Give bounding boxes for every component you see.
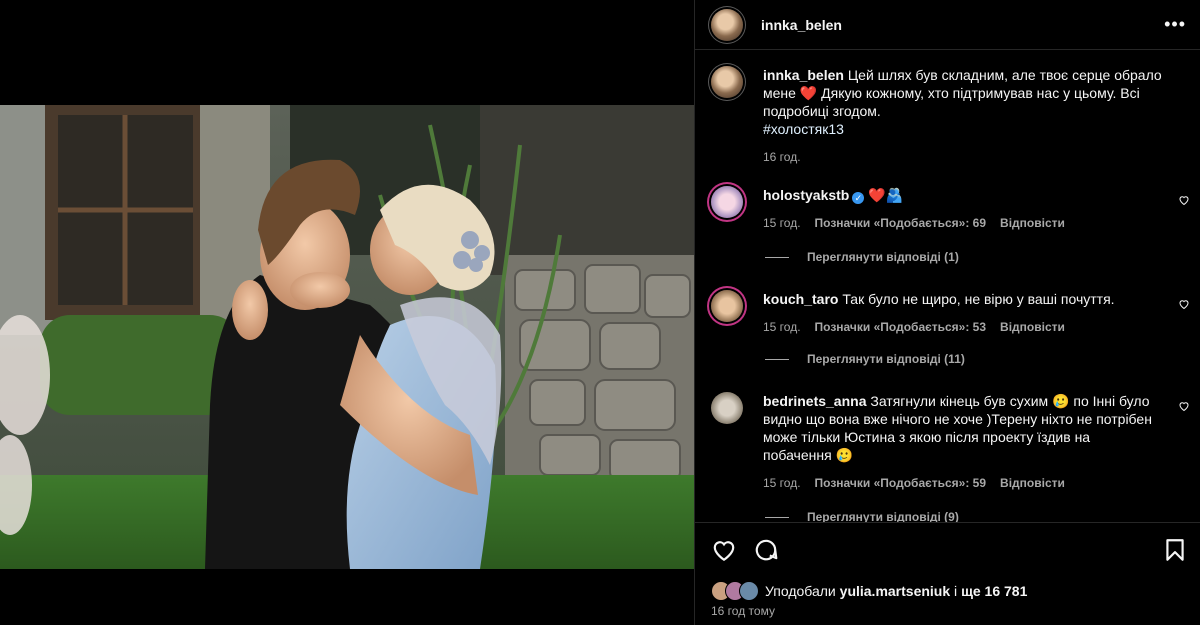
- caption-author-avatar[interactable]: [711, 66, 743, 98]
- comment-icon[interactable]: [753, 537, 779, 563]
- comment-row: bedrinets_anna Затягнули кінець був сухи…: [711, 392, 1190, 492]
- wedding-kiss-photo: [0, 105, 694, 569]
- view-replies-button[interactable]: Переглянути відповіді (1): [765, 250, 959, 264]
- caption-author[interactable]: innka_belen: [763, 67, 844, 83]
- post-time: 16 год тому: [711, 604, 775, 618]
- reply-button[interactable]: Відповісти: [1000, 318, 1065, 336]
- commenter-username[interactable]: kouch_taro: [763, 291, 838, 307]
- comment-time: 15 год.: [763, 476, 801, 490]
- liked-user[interactable]: yulia.martseniuk: [840, 583, 951, 599]
- caption-heart-emoji: ❤️: [799, 85, 818, 101]
- heart-icon[interactable]: [1178, 298, 1190, 310]
- liked-count[interactable]: ще 16 781: [961, 583, 1027, 599]
- liked-prefix: Уподобали: [765, 583, 836, 599]
- caption-time: 16 год.: [763, 150, 801, 164]
- reply-button[interactable]: Відповісти: [1000, 474, 1065, 492]
- post-header: innka_belen •••: [695, 0, 1200, 50]
- view-replies-label[interactable]: Переглянути відповіді (11): [807, 352, 965, 366]
- liker-avatars: [711, 581, 759, 601]
- comment-likes[interactable]: Позначки «Подобається»: 69: [815, 214, 986, 232]
- post-photo[interactable]: [0, 105, 694, 569]
- liked-and: і: [954, 583, 958, 599]
- commenter-username[interactable]: holostyakstb: [763, 187, 849, 203]
- reply-button[interactable]: Відповісти: [1000, 214, 1065, 232]
- post-media: [0, 0, 694, 625]
- post-actions: Уподобали yulia.martseniuk і ще 16 781 1…: [695, 522, 1200, 625]
- comment-text: ❤️🫂: [868, 187, 904, 203]
- instagram-post-view: innka_belen ••• innka_belen Цей шлях був…: [0, 0, 1200, 625]
- commenter-avatar[interactable]: [711, 186, 743, 218]
- post-side-panel: innka_belen ••• innka_belen Цей шлях був…: [694, 0, 1200, 625]
- bookmark-icon[interactable]: [1162, 537, 1188, 563]
- likes-summary[interactable]: Уподобали yulia.martseniuk і ще 16 781: [711, 581, 1188, 601]
- view-replies-button[interactable]: Переглянути відповіді (9): [765, 510, 959, 522]
- caption-row: innka_belen Цей шлях був складним, але т…: [711, 66, 1190, 166]
- liker-avatar: [739, 581, 759, 601]
- comment-row: holostyakstb ✓ ❤️🫂 15 год. Позначки «Подо…: [711, 186, 1190, 232]
- heart-icon[interactable]: [1178, 400, 1190, 412]
- heart-icon[interactable]: [1178, 194, 1190, 206]
- heart-icon[interactable]: [711, 537, 737, 563]
- view-replies-label[interactable]: Переглянути відповіді (1): [807, 250, 959, 264]
- replies-divider: [765, 358, 789, 360]
- more-icon[interactable]: •••: [1164, 14, 1186, 35]
- comment-text: Так було не щиро, не вірю у ваші почуття…: [842, 291, 1115, 307]
- comment-time: 15 год.: [763, 320, 801, 334]
- commenter-username[interactable]: bedrinets_anna: [763, 393, 866, 409]
- comment-row: kouch_taro Так було не щиро, не вірю у в…: [711, 290, 1190, 336]
- verified-badge-icon: ✓: [852, 192, 865, 204]
- replies-divider: [765, 516, 789, 518]
- replies-divider: [765, 256, 789, 258]
- commenter-avatar[interactable]: [711, 392, 743, 424]
- caption-text-rest: Дякую кожному, хто підтримував нас у цьо…: [763, 85, 1140, 119]
- comment-likes[interactable]: Позначки «Подобається»: 53: [815, 318, 986, 336]
- comments-list: innka_belen Цей шлях був складним, але т…: [695, 50, 1200, 522]
- author-avatar[interactable]: [711, 8, 743, 41]
- view-replies-button[interactable]: Переглянути відповіді (11): [765, 352, 965, 366]
- comment-likes[interactable]: Позначки «Подобається»: 59: [815, 474, 986, 492]
- view-replies-label[interactable]: Переглянути відповіді (9): [807, 510, 959, 522]
- comment-time: 15 год.: [763, 216, 801, 230]
- commenter-avatar[interactable]: [711, 290, 743, 322]
- author-username[interactable]: innka_belen: [761, 17, 842, 33]
- caption-hashtag[interactable]: #холостяк13: [763, 121, 844, 137]
